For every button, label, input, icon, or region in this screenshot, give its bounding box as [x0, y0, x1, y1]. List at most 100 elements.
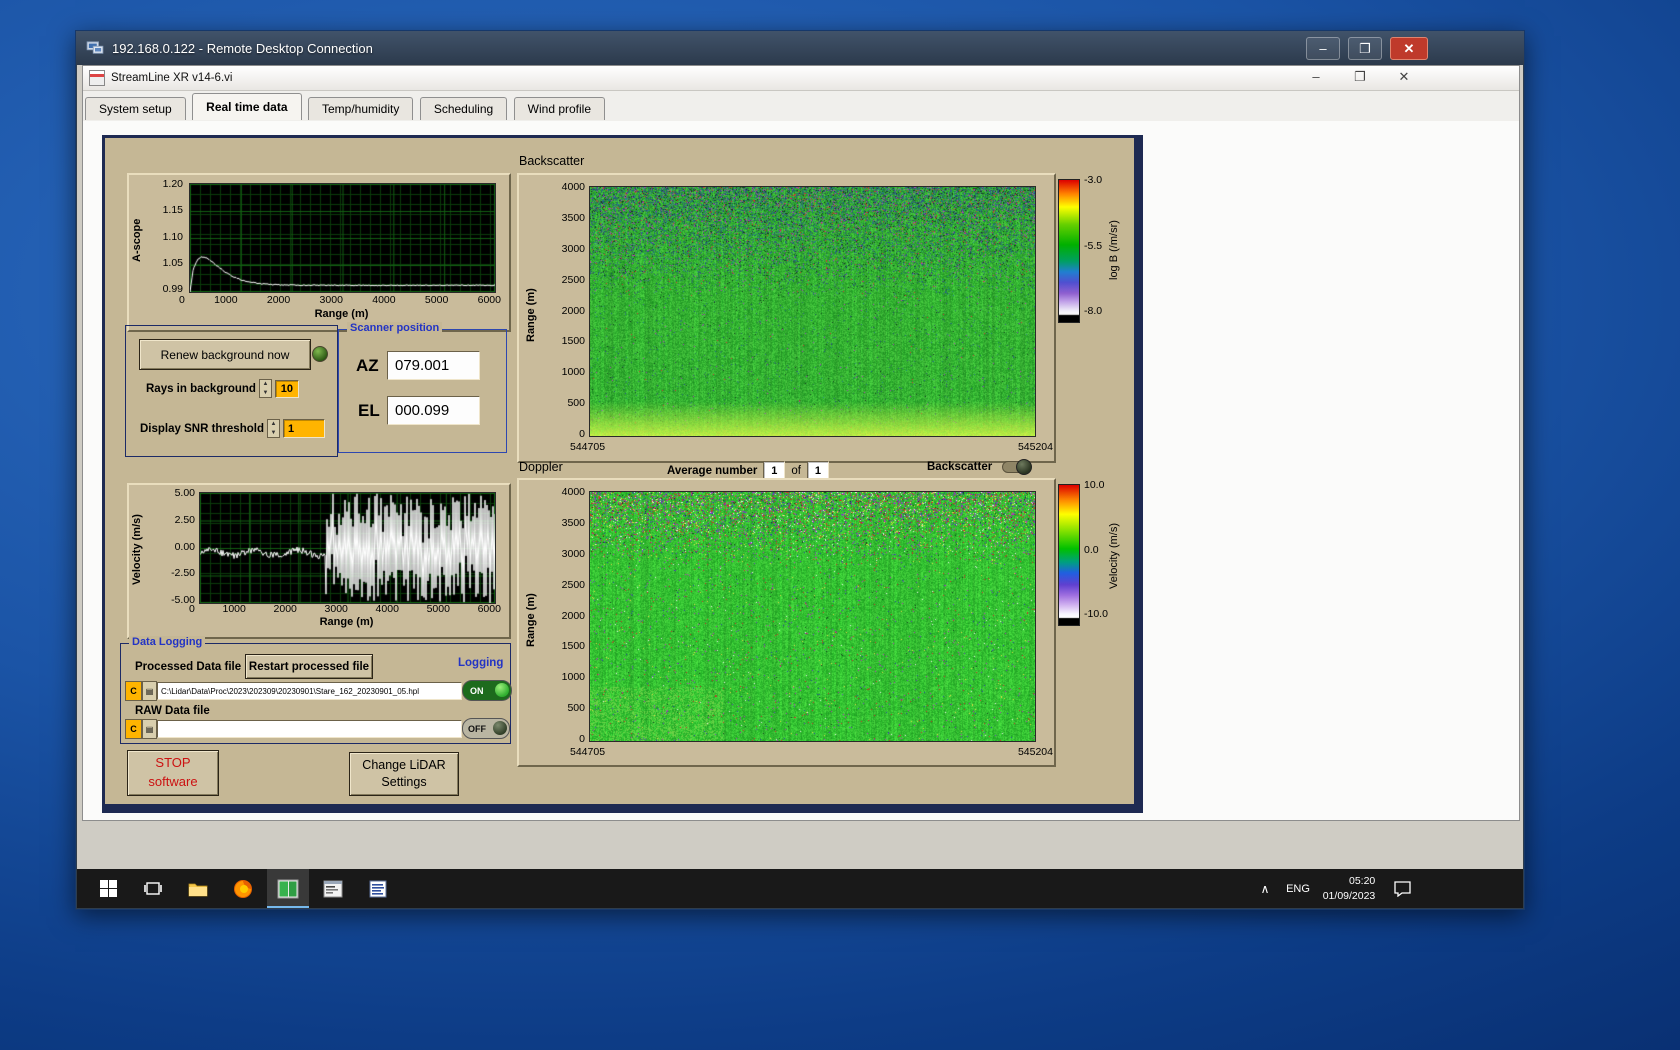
- processed-logging-toggle[interactable]: ON: [462, 680, 512, 701]
- rdp-maximize-icon[interactable]: ❐: [1348, 37, 1382, 60]
- language-indicator[interactable]: ENG: [1279, 869, 1317, 908]
- app-window: StreamLine XR v14-6.vi – ❐ ✕ System setu…: [82, 65, 1520, 821]
- tab-temp-humidity[interactable]: Temp/humidity: [308, 97, 413, 120]
- snr-threshold-label: Display SNR threshold: [140, 423, 264, 435]
- vi-icon: [89, 70, 105, 86]
- tray-caret[interactable]: ∧: [1253, 869, 1277, 908]
- raw-drive-selector[interactable]: C: [125, 719, 142, 739]
- app-title: StreamLine XR v14-6.vi: [111, 72, 232, 84]
- raw-toggle-state: OFF: [468, 724, 486, 734]
- app-minimize-icon[interactable]: –: [1307, 69, 1325, 85]
- firefox-button[interactable]: [222, 869, 264, 908]
- doppler-colorbar: [1058, 484, 1080, 626]
- backscatter-colorbar-label: log B (/m/sr): [1108, 183, 1120, 318]
- velocity-y-axis: 5.00 2.50 0.00 -2.50 -5.00: [155, 487, 195, 606]
- doppler-chart: 4000 3500 3000 2500 2000 1500 1000 500 0 Range (…: [517, 478, 1056, 767]
- tab-system-setup[interactable]: System setup: [85, 97, 186, 120]
- change-line1: Change LiDAR: [362, 758, 445, 772]
- background-controls-group: Renew background now Rays in background …: [125, 325, 338, 457]
- background-led: [312, 346, 328, 362]
- change-lidar-settings-button[interactable]: Change LiDAR Settings: [349, 752, 459, 796]
- file-explorer-button[interactable]: [177, 869, 219, 908]
- start-button[interactable]: [87, 869, 129, 908]
- scanner-position-title: Scanner position: [347, 322, 442, 334]
- stop-software-button[interactable]: STOP software: [127, 750, 219, 796]
- rdp-titlebar[interactable]: 192.168.0.122 - Remote Desktop Connectio…: [76, 31, 1524, 65]
- processed-drive-selector[interactable]: C: [125, 681, 142, 701]
- tick-label: 500: [567, 397, 585, 409]
- doppler-colorbar-label: Velocity (m/s): [1108, 488, 1120, 623]
- doppler-colorbar-ticks: 10.0 0.0 -10.0: [1084, 479, 1108, 620]
- tick-label: 5000: [427, 603, 450, 615]
- az-label: AZ: [356, 356, 379, 376]
- velocity-x-axis: 0 1000 2000 3000 4000 5000 6000: [189, 603, 501, 615]
- clock[interactable]: 05:20 01/09/2023: [1317, 869, 1381, 908]
- rays-input[interactable]: 10: [275, 380, 299, 398]
- restart-processed-file-button[interactable]: Restart processed file: [245, 654, 373, 679]
- ascope-y-axis: 1.20 1.15 1.10 1.05 0.99: [149, 178, 183, 295]
- snr-stepper[interactable]: ▲ ▼: [267, 419, 280, 438]
- tick-label: -5.5: [1084, 240, 1102, 252]
- task-view-icon: [144, 881, 162, 897]
- tick-label: 2500: [562, 274, 585, 286]
- tab-real-time-data[interactable]: Real time data: [192, 93, 301, 120]
- clock-time: 05:20: [1323, 874, 1376, 888]
- doppler-title: Doppler: [519, 460, 563, 474]
- tick-label: 500: [567, 702, 585, 714]
- raw-path-field[interactable]: [157, 720, 462, 738]
- velocity-x-label: Range (m): [199, 616, 494, 628]
- processed-path-field[interactable]: C:\Lidar\Data\Proc\2023\202309\20230901\…: [157, 682, 462, 700]
- raw-browse-icon[interactable]: ▤: [142, 719, 157, 739]
- processed-toggle-state: ON: [470, 686, 484, 696]
- ascope-chart: 1.20 1.15 1.10 1.05 0.99 A-scope 0 1000 2000 30…: [127, 173, 511, 332]
- app-titlebar[interactable]: StreamLine XR v14-6.vi – ❐ ✕: [83, 66, 1519, 91]
- backscatter-x-axis: 544705 545204: [589, 441, 1034, 453]
- tick-label: 0: [579, 733, 585, 745]
- chevron-up-icon: ∧: [1261, 882, 1270, 896]
- doppler-x-start: 544705: [570, 746, 605, 758]
- tick-label: 3500: [562, 517, 585, 529]
- scan-scheduler-button[interactable]: [312, 869, 354, 908]
- tick-label: 1.20: [163, 178, 183, 190]
- rdp-close-icon[interactable]: ✕: [1390, 37, 1428, 60]
- processed-path-control: C ▤ C:\Lidar\Data\Proc\2023\202309\20230…: [125, 681, 462, 701]
- tick-label: 2000: [274, 603, 297, 615]
- backscatter-y-label: Range (m): [525, 270, 537, 360]
- task-view-button[interactable]: [132, 869, 174, 908]
- az-value: 079.001: [387, 351, 480, 380]
- renew-background-button[interactable]: Renew background now: [139, 339, 311, 370]
- backscatter-colorbar-ticks: -3.0 -5.5 -8.0: [1084, 174, 1102, 317]
- processed-browse-icon[interactable]: ▤: [142, 681, 157, 701]
- app-restore-icon[interactable]: ❐: [1351, 69, 1369, 85]
- raw-path-control: C ▤: [125, 719, 462, 739]
- notepad-button[interactable]: [357, 869, 399, 908]
- backscatter-plot: [589, 186, 1036, 437]
- tick-label: 1500: [562, 335, 585, 347]
- rays-stepper[interactable]: ▲ ▼: [259, 379, 272, 398]
- backscatter-toggle-label: Backscatter: [927, 461, 992, 473]
- tick-label: 4000: [372, 294, 395, 306]
- tick-label: 1.05: [163, 257, 183, 269]
- tick-label: 3000: [325, 603, 348, 615]
- tick-label: 1000: [223, 603, 246, 615]
- tick-label: 2500: [562, 579, 585, 591]
- backscatter-velocity-switch[interactable]: [1002, 461, 1031, 473]
- velocity-y-label: Velocity (m/s): [131, 500, 143, 600]
- tick-label: 0.00: [175, 541, 195, 553]
- raw-logging-toggle[interactable]: OFF: [462, 718, 510, 739]
- folder-icon: [188, 881, 208, 897]
- rdp-minimize-icon[interactable]: –: [1306, 37, 1340, 60]
- scanner-position-group: Scanner position AZ 079.001 EL 000.099: [338, 329, 507, 453]
- action-center-button[interactable]: [1385, 869, 1419, 908]
- tab-wind-profile[interactable]: Wind profile: [514, 97, 605, 120]
- streamline-app-button[interactable]: [267, 869, 309, 908]
- snr-input[interactable]: 1: [283, 419, 325, 438]
- data-logging-title: Data Logging: [129, 636, 205, 648]
- tick-label: 0: [179, 294, 185, 306]
- stop-line2: software: [148, 774, 197, 789]
- rays-in-background-label: Rays in background: [146, 383, 256, 395]
- tab-scheduling[interactable]: Scheduling: [420, 97, 507, 120]
- tick-label: 6000: [478, 294, 501, 306]
- tick-label: 6000: [478, 603, 501, 615]
- app-close-icon[interactable]: ✕: [1395, 69, 1413, 85]
